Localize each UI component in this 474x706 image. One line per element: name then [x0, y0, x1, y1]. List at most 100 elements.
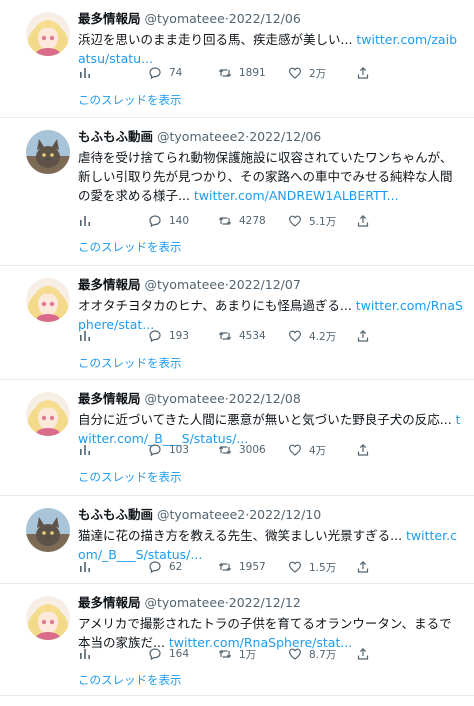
analytics-button[interactable]	[78, 441, 92, 459]
tweet-date[interactable]: 2022/12/07	[229, 277, 301, 292]
avatar[interactable]	[26, 278, 70, 322]
tweet-header: 最多情報局 @tyomateee·2022/12/06	[78, 10, 464, 27]
reply-bubble-icon	[148, 214, 162, 228]
tweet-text: 自分に近づいてきた人間に悪意が無いと気づいた野良子犬の反応...	[78, 412, 452, 427]
like-button[interactable]: 2万	[288, 64, 326, 82]
author-handle[interactable]: @tyomateee	[145, 391, 225, 406]
author-name[interactable]: 最多情報局	[78, 11, 141, 26]
tweet[interactable]: 最多情報局 @tyomateee·2022/12/08 自分に近づいてきた人間に悪…	[0, 380, 474, 496]
analytics-button[interactable]	[78, 212, 92, 230]
retweet-button[interactable]: 1891	[218, 64, 266, 82]
tweet-text: 猫達に花の描き方を教える先生、微笑ましい光景すぎる...	[78, 528, 403, 543]
share-button[interactable]	[356, 64, 370, 82]
tweet-feed: 最多情報局 @tyomateee·2022/12/06 浜辺を思いのまま走り回る馬…	[0, 0, 474, 706]
like-button[interactable]: 4万	[288, 441, 326, 459]
bar-chart-icon	[78, 560, 92, 574]
tweet[interactable]: もふもふ動画 @tyomateee2·2022/12/06 虐待を受け捨てられ動物…	[0, 118, 474, 266]
reply-count: 193	[169, 330, 190, 342]
reply-button[interactable]: 103	[148, 441, 189, 459]
avatar[interactable]	[26, 596, 70, 640]
show-thread-link[interactable]: このスレッドを表示	[78, 239, 182, 255]
tweet-date[interactable]: 2022/12/06	[249, 129, 321, 144]
like-button[interactable]: 1.5万	[288, 558, 336, 576]
retweet-count: 1957	[239, 561, 266, 573]
share-icon	[356, 66, 370, 80]
reply-button[interactable]: 193	[148, 327, 189, 345]
share-button[interactable]	[356, 558, 370, 576]
share-icon	[356, 214, 370, 228]
author-handle[interactable]: @tyomateee	[145, 277, 225, 292]
author-name[interactable]: もふもふ動画	[78, 129, 153, 144]
show-thread-link[interactable]: このスレッドを表示	[78, 469, 182, 485]
analytics-button[interactable]	[78, 558, 92, 576]
tweet-text-block: 虐待を受け捨てられ動物保護施設に収容されていたワンちゃんが、新しい引取り先が見つ…	[78, 148, 464, 205]
tweet-date[interactable]: 2022/12/06	[229, 11, 301, 26]
tweet-link[interactable]: twitter.com/ANDREW1ALBERTT...	[194, 188, 399, 203]
reply-count: 62	[169, 561, 183, 573]
author-name[interactable]: 最多情報局	[78, 391, 141, 406]
show-thread-link[interactable]: このスレッドを表示	[78, 355, 182, 371]
heart-icon	[288, 560, 302, 574]
show-thread-link[interactable]: このスレッドを表示	[78, 92, 182, 108]
reply-button[interactable]: 164	[148, 645, 189, 663]
share-button[interactable]	[356, 441, 370, 459]
reply-button[interactable]: 62	[148, 558, 182, 576]
tweet-header: もふもふ動画 @tyomateee2·2022/12/10	[78, 506, 464, 523]
reply-bubble-icon	[148, 443, 162, 457]
share-icon	[356, 329, 370, 343]
tweet-date[interactable]: 2022/12/08	[229, 391, 301, 406]
retweet-button[interactable]: 1万	[218, 645, 256, 663]
tweet[interactable]: もふもふ動画 @tyomateee2·2022/12/10 猫達に花の描き方を教え…	[0, 496, 474, 584]
author-handle[interactable]: @tyomateee	[145, 11, 225, 26]
heart-icon	[288, 214, 302, 228]
retweet-button[interactable]: 3006	[218, 441, 266, 459]
bar-chart-icon	[78, 647, 92, 661]
author-name[interactable]: 最多情報局	[78, 277, 141, 292]
tweet[interactable]: 最多情報局 @tyomateee·2022/12/07 オオタチヨタカのヒナ、あま…	[0, 266, 474, 380]
author-handle[interactable]: @tyomateee2	[157, 507, 245, 522]
tweet-header: 最多情報局 @tyomateee·2022/12/12	[78, 594, 464, 611]
author-handle[interactable]: @tyomateee	[145, 595, 225, 610]
analytics-button[interactable]	[78, 327, 92, 345]
author-name[interactable]: 最多情報局	[78, 595, 141, 610]
avatar[interactable]	[26, 12, 70, 56]
tweet-actions: 140 4278 5.1万	[78, 212, 378, 230]
show-thread-link[interactable]: このスレッドを表示	[78, 672, 182, 688]
tweet-actions: 193 4534 4.2万	[78, 327, 378, 345]
like-button[interactable]: 4.2万	[288, 327, 336, 345]
tweet-text: 浜辺を思いのまま走り回る馬、疾走感が美しい...	[78, 32, 353, 47]
tweet-actions: 103 3006 4万	[78, 441, 378, 459]
retweet-icon	[218, 443, 232, 457]
tweet-content: もふもふ動画 @tyomateee2·2022/12/10 猫達に花の描き方を教え…	[78, 506, 464, 564]
analytics-button[interactable]	[78, 64, 92, 82]
retweet-button[interactable]: 1957	[218, 558, 266, 576]
share-button[interactable]	[356, 327, 370, 345]
reply-count: 140	[169, 215, 190, 227]
tweet[interactable]: 最多情報局 @tyomateee·2022/12/12 アメリカで撮影されたトラの…	[0, 584, 474, 696]
tweet-content: 最多情報局 @tyomateee·2022/12/08 自分に近づいてきた人間に悪…	[78, 390, 464, 448]
reply-button[interactable]: 140	[148, 212, 189, 230]
like-button[interactable]: 8.7万	[288, 645, 336, 663]
share-button[interactable]	[356, 212, 370, 230]
like-count: 4.2万	[309, 330, 337, 343]
avatar[interactable]	[26, 392, 70, 436]
analytics-button[interactable]	[78, 645, 92, 663]
reply-bubble-icon	[148, 647, 162, 661]
tweet-date[interactable]: 2022/12/12	[229, 595, 301, 610]
retweet-icon	[218, 66, 232, 80]
share-button[interactable]	[356, 645, 370, 663]
retweet-button[interactable]: 4278	[218, 212, 266, 230]
reply-bubble-icon	[148, 560, 162, 574]
avatar[interactable]	[26, 130, 70, 174]
tweet[interactable]: 最多情報局 @tyomateee·2022/12/06 浜辺を思いのまま走り回る馬…	[0, 0, 474, 118]
author-handle[interactable]: @tyomateee2	[157, 129, 245, 144]
reply-button[interactable]: 74	[148, 64, 182, 82]
heart-icon	[288, 443, 302, 457]
author-name[interactable]: もふもふ動画	[78, 507, 153, 522]
reply-count: 164	[169, 648, 190, 660]
avatar[interactable]	[26, 508, 70, 552]
like-button[interactable]: 5.1万	[288, 212, 336, 230]
tweet-date[interactable]: 2022/12/10	[249, 507, 321, 522]
share-icon	[356, 443, 370, 457]
retweet-button[interactable]: 4534	[218, 327, 266, 345]
